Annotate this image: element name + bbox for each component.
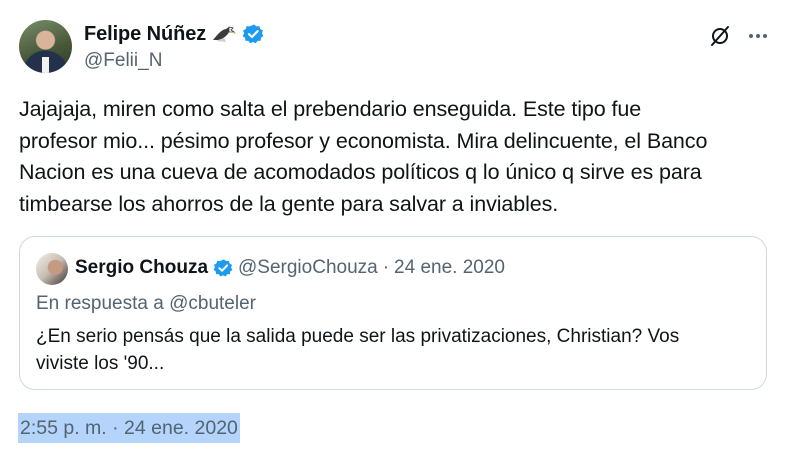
quoted-tweet-card[interactable]: Sergio Chouza @SergioChouza · 24 ene. 20… xyxy=(19,236,767,390)
quoted-author-handle[interactable]: @SergioChouza xyxy=(238,257,378,279)
verified-badge-icon xyxy=(242,23,264,45)
quoted-reply-context: En respuesta a @cbuteler xyxy=(36,293,256,314)
tweet-text: Jajajaja, miren como salta el prebendari… xyxy=(19,97,708,216)
quoted-tweet-header: Sergio Chouza @SergioChouza · 24 ene. 20… xyxy=(75,255,505,281)
author-avatar[interactable] xyxy=(19,20,72,73)
quoted-author-name[interactable]: Sergio Chouza xyxy=(75,257,208,279)
author-name-row: Felipe Núñez xyxy=(84,21,264,47)
more-horizontal-icon[interactable] xyxy=(746,24,770,48)
quoted-tweet-text: ¿En serio pensás que la salida puede ser… xyxy=(36,326,680,374)
quoted-separator: · xyxy=(382,257,390,278)
tweet-timestamp[interactable]: 2:55 p. m. · 24 ene. 2020 xyxy=(18,413,240,443)
eagle-icon xyxy=(212,24,237,44)
quoted-author-avatar[interactable] xyxy=(36,253,68,285)
author-display-name[interactable]: Felipe Núñez xyxy=(84,23,206,46)
quoted-date[interactable]: 24 ene. 2020 xyxy=(394,257,505,279)
verified-badge-icon xyxy=(213,258,233,278)
author-handle[interactable]: @Felii_N xyxy=(84,50,162,72)
grok-icon[interactable] xyxy=(708,24,732,48)
